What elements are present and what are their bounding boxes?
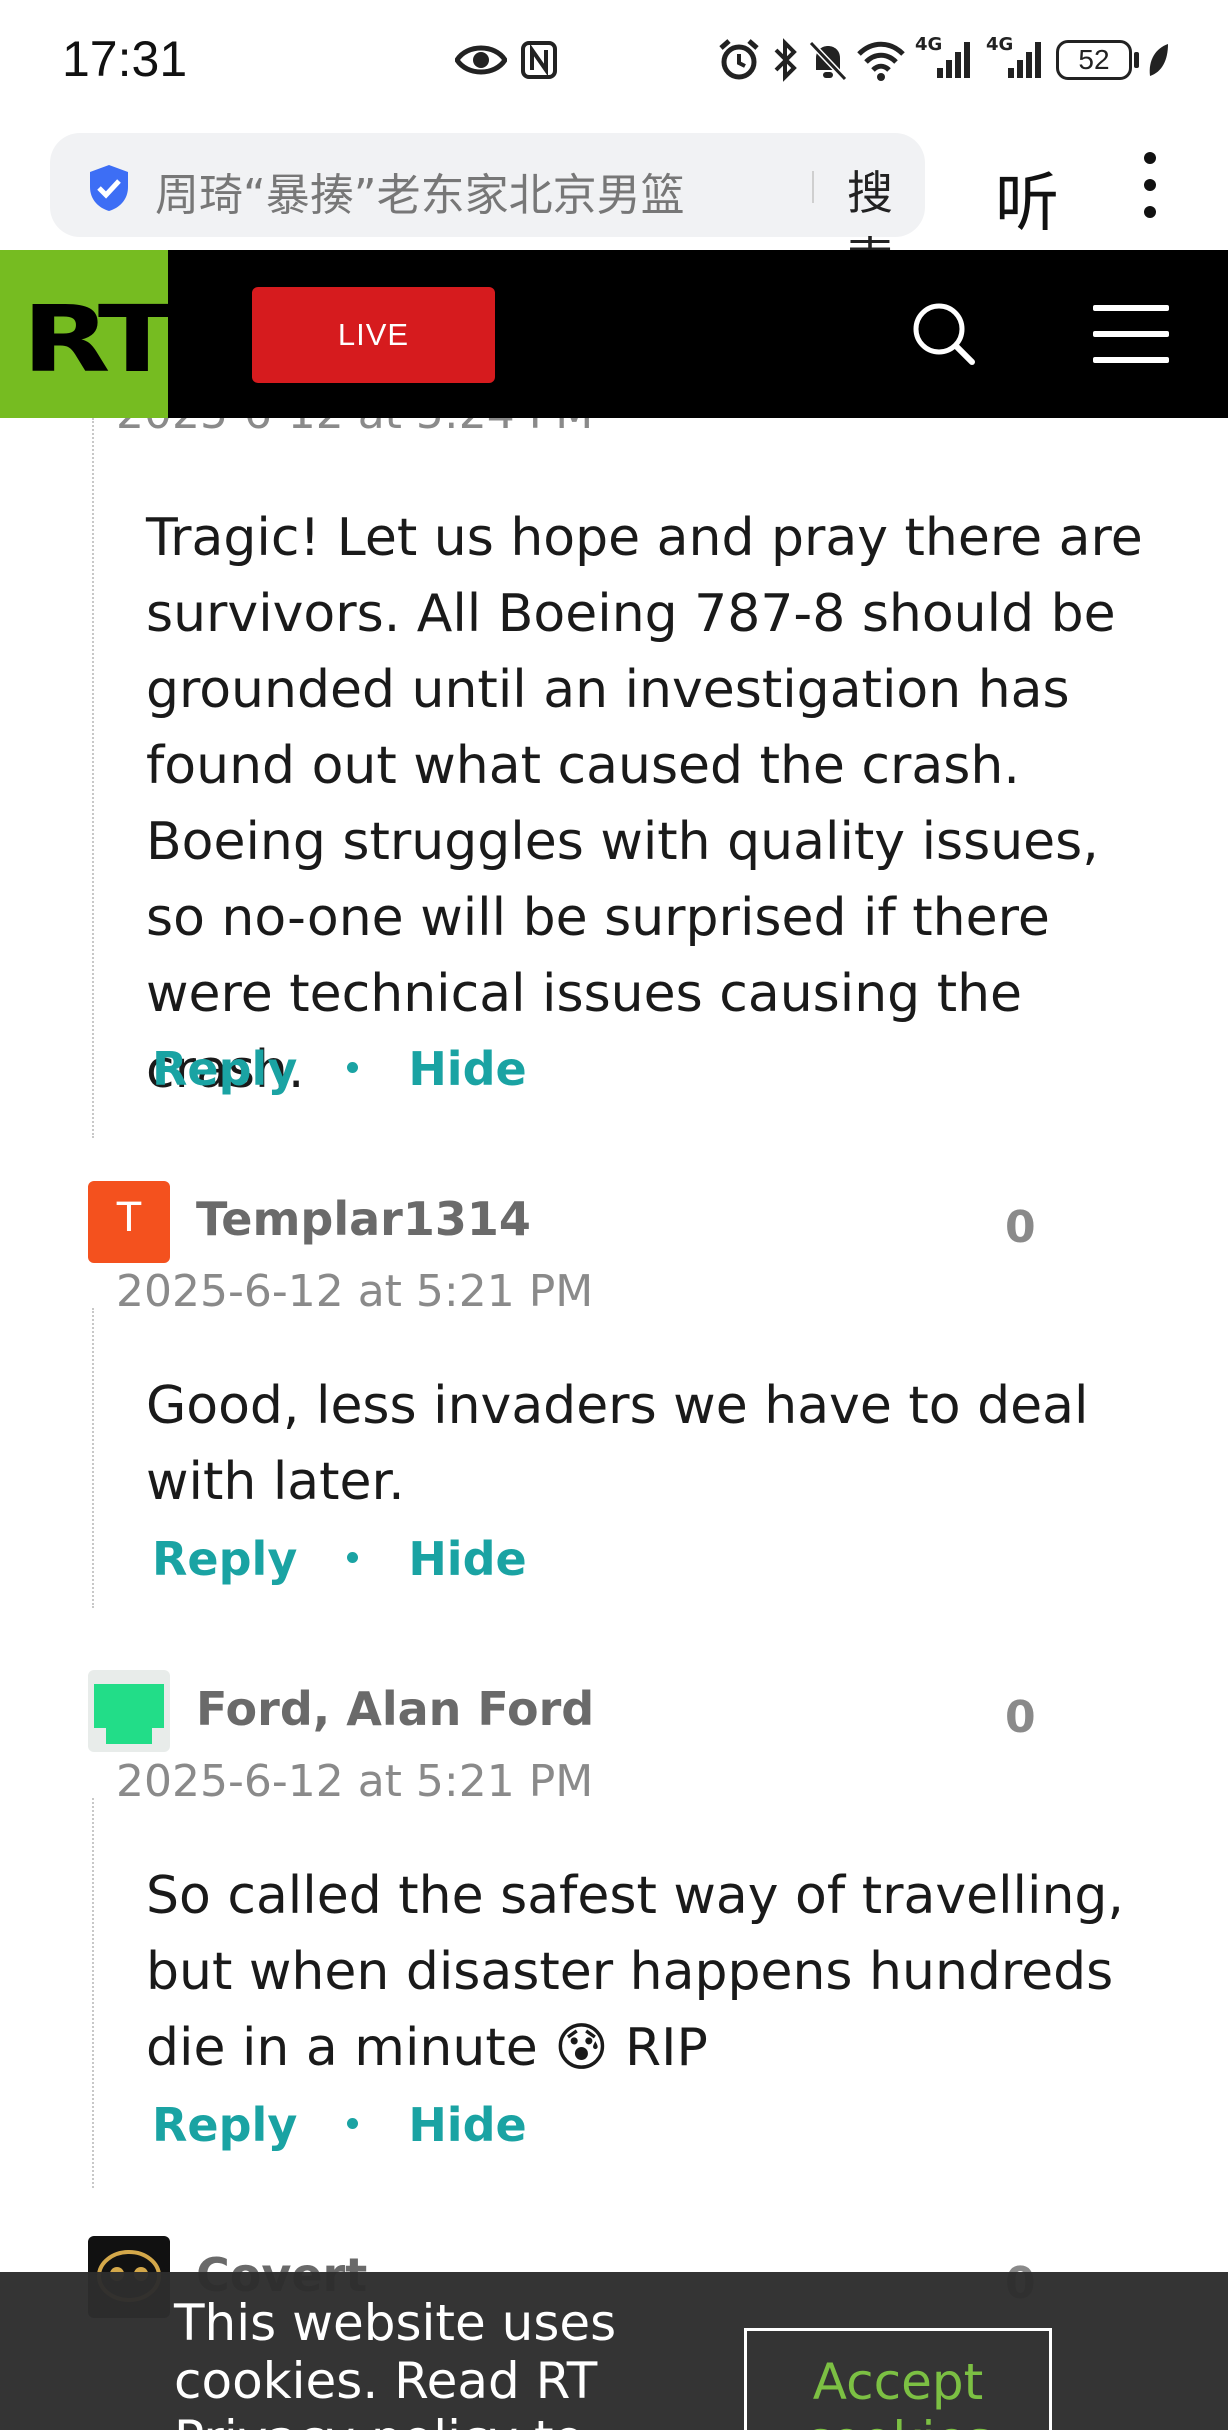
hide-link[interactable]: Hide — [408, 1042, 526, 1096]
accept-cookies-label: Accept cookies — [804, 2353, 992, 2430]
search-query[interactable]: 周琦“暴揍”老东家北京男篮 — [155, 159, 685, 223]
browser-toolbar: 周琦“暴揍”老东家北京男篮 搜索 听 — [0, 120, 1228, 286]
username[interactable]: Ford, Alan Ford — [196, 1682, 594, 1736]
signal-2-icon: 4G — [986, 34, 1046, 82]
live-button[interactable]: LIVE — [252, 287, 495, 383]
vote-score: 0 — [1005, 1202, 1036, 1253]
thread-line — [92, 418, 94, 1138]
hide-link[interactable]: Hide — [408, 2098, 526, 2152]
site-header: RT LIVE — [0, 250, 1228, 418]
rt-logo[interactable]: RT — [0, 250, 168, 418]
comment-date: 2025-6-12 at 5:24 PM — [116, 418, 593, 439]
reply-link[interactable]: Reply — [152, 2098, 297, 2152]
thread-line — [92, 1308, 94, 1608]
comment-actions: Reply Hide — [152, 1532, 527, 1586]
battery-icon: 52 — [1056, 40, 1132, 80]
comment-date: 2025-6-12 at 5:21 PM — [116, 1756, 594, 1807]
bluetooth-icon — [774, 38, 797, 82]
eye-icon — [455, 45, 507, 75]
comments-section: 2025-6-12 at 5:24 PM Tragic! Let us hope… — [0, 418, 1228, 2430]
more-menu-icon[interactable] — [1130, 150, 1170, 220]
signal-1-icon: 4G — [915, 34, 975, 82]
cookie-banner: This website uses cookies. Read RT Priva… — [0, 2272, 1228, 2430]
alarm-icon — [719, 39, 759, 80]
mute-bell-icon — [808, 40, 848, 82]
username[interactable]: Templar1314 — [196, 1192, 531, 1246]
leaf-icon — [1149, 44, 1168, 76]
shield-icon — [90, 165, 128, 211]
vote-score: 0 — [1005, 1692, 1036, 1743]
listen-button[interactable]: 听 — [995, 152, 1059, 244]
thread-line — [92, 1798, 94, 2188]
comment-actions: Reply Hide — [152, 1042, 527, 1096]
comment-body: Tragic! Let us hope and pray there are s… — [146, 508, 1143, 1100]
search-divider — [812, 171, 814, 203]
accept-cookies-button[interactable]: Accept cookies — [744, 2328, 1052, 2430]
comment-date: 2025-6-12 at 5:21 PM — [116, 1266, 594, 1317]
anxious-face-emoji: 😰 — [554, 2018, 609, 2078]
hamburger-menu-icon[interactable] — [1093, 305, 1169, 363]
hide-link[interactable]: Hide — [408, 1532, 526, 1586]
identicon — [94, 1684, 164, 1744]
avatar — [88, 1670, 170, 1752]
nfc-icon — [521, 41, 557, 79]
avatar: T — [88, 1181, 170, 1263]
search-box[interactable]: 周琦“暴揍”老东家北京男篮 搜索 — [50, 133, 925, 286]
reply-link[interactable]: Reply — [152, 1042, 297, 1096]
wifi-icon — [857, 41, 905, 81]
reply-link[interactable]: Reply — [152, 1532, 297, 1586]
comment-body: So called the safest way of travelling, … — [146, 1866, 1124, 2078]
comment-actions: Reply Hide — [152, 2098, 527, 2152]
site-search-icon[interactable] — [912, 302, 976, 370]
cookie-message: This website uses cookies. Read RT Priva… — [174, 2294, 617, 2430]
status-bar: 17:31 4G 4G 52 — [0, 0, 1228, 120]
clock: 17:31 — [62, 31, 188, 87]
battery-tip — [1134, 52, 1139, 68]
comment-body: Good, less invaders we have to deal with… — [146, 1376, 1089, 1512]
